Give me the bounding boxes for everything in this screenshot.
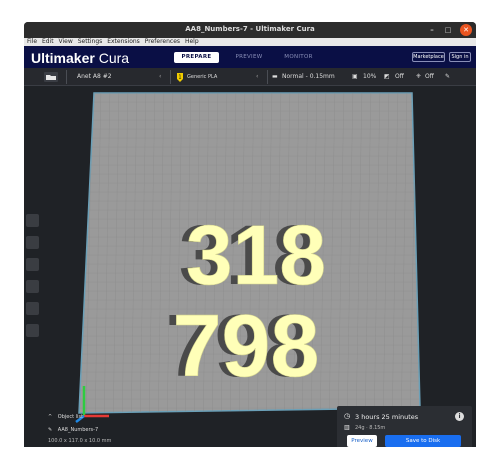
model-line-1[interactable]: 318 <box>186 208 327 303</box>
model-numbers[interactable]: 318 318 798 798 <box>166 208 327 396</box>
clock-icon: ◷ <box>344 412 351 420</box>
infill-icon: ▣ <box>352 73 358 80</box>
svg-text:1: 1 <box>178 75 181 81</box>
marketplace-button[interactable]: Marketplace <box>412 52 445 62</box>
adhesion-icon: ⁜ <box>416 73 422 80</box>
material-swatch: 1 <box>176 72 184 85</box>
chevron-up-icon: ^ <box>48 414 53 420</box>
support-blocker-icon[interactable] <box>26 324 39 337</box>
menu-settings[interactable]: Settings <box>78 38 103 46</box>
pencil-icon[interactable]: ✎ <box>445 73 450 81</box>
support-value[interactable]: Off <box>395 73 404 81</box>
separator <box>170 70 171 84</box>
mirror-tool-icon[interactable] <box>26 280 39 293</box>
ultimaker-logo: Ultimaker Cura <box>31 50 129 66</box>
chevron-left-icon: ‹ <box>159 73 162 80</box>
object-list-title: Object list <box>57 414 84 420</box>
object-list-toggle[interactable]: ^ Object list <box>48 414 83 420</box>
logo-brand: Ultimaker <box>31 50 95 66</box>
menu-bar: File Edit View Settings Extensions Prefe… <box>24 38 476 46</box>
print-time: 3 hours 25 minutes <box>355 413 419 421</box>
menu-file[interactable]: File <box>27 38 37 46</box>
app-header: Ultimaker Cura PREPARE PREVIEW MONITOR M… <box>24 46 476 68</box>
menu-extensions[interactable]: Extensions <box>107 38 140 46</box>
model-line-2[interactable]: 798 <box>172 296 320 396</box>
print-job-panel: ◷ 3 hours 25 minutes i ▥ 24g · 8.15m Pre… <box>337 406 472 447</box>
title-bar: AA8_Numbers-7 - Ultimaker Cura – □ ✕ <box>24 22 476 38</box>
menu-edit[interactable]: Edit <box>42 38 54 46</box>
maximize-button[interactable]: □ <box>442 24 454 36</box>
per-model-settings-icon[interactable] <box>26 302 39 315</box>
minimize-button[interactable]: – <box>426 24 438 36</box>
build-plate: 318 318 798 798 <box>75 92 421 423</box>
logo-product: Cura <box>98 50 130 66</box>
rotate-tool-icon[interactable] <box>26 258 39 271</box>
infill-value[interactable]: 10% <box>363 73 376 81</box>
save-to-disk-button[interactable]: Save to Disk <box>385 435 461 447</box>
material-estimate: 24g · 8.15m <box>355 425 386 431</box>
preview-button[interactable]: Preview <box>347 435 377 447</box>
tab-preview[interactable]: PREVIEW <box>229 52 269 63</box>
print-profile-selector[interactable]: Normal - 0.15mm <box>282 73 335 81</box>
adhesion-value[interactable]: Off <box>425 73 434 81</box>
open-file-button[interactable] <box>44 72 58 82</box>
printer-selector[interactable]: Anet A8 #2 <box>77 73 112 81</box>
folder-icon <box>46 75 56 80</box>
profile-icon: ▬ <box>272 73 278 80</box>
menu-view[interactable]: View <box>59 38 73 46</box>
window-title: AA8_Numbers-7 - Ultimaker Cura <box>185 25 315 33</box>
object-dimensions: 100.0 x 117.0 x 10.0 mm <box>48 438 112 444</box>
tab-monitor[interactable]: MONITOR <box>276 52 321 63</box>
sign-in-button[interactable]: Sign in <box>449 52 471 62</box>
support-icon: ◩ <box>384 73 390 80</box>
spool-icon: ▥ <box>344 424 350 431</box>
material-selector[interactable]: Generic PLA <box>187 73 217 81</box>
chevron-left-icon: ‹ <box>256 73 259 80</box>
close-button[interactable]: ✕ <box>460 24 472 36</box>
menu-preferences[interactable]: Preferences <box>145 38 180 46</box>
extruder-icon: 1 <box>177 73 183 82</box>
separator <box>267 70 268 84</box>
separator <box>66 70 67 84</box>
object-filename[interactable]: AA8_Numbers-7 <box>58 427 98 433</box>
3d-viewport[interactable]: 318 318 798 798 ^ Object list ✎ AA8_Numb… <box>24 86 476 447</box>
pencil-icon[interactable]: ✎ <box>48 427 52 433</box>
stage-menu: Anet A8 #2 ‹ 1 Generic PLA ‹ ▬ Normal - … <box>24 68 476 86</box>
cura-window: AA8_Numbers-7 - Ultimaker Cura – □ ✕ Fil… <box>24 22 476 447</box>
move-tool-icon[interactable] <box>26 214 39 227</box>
tab-prepare[interactable]: PREPARE <box>174 52 219 63</box>
scale-tool-icon[interactable] <box>26 236 39 249</box>
menu-help[interactable]: Help <box>185 38 199 46</box>
info-icon[interactable]: i <box>455 412 464 421</box>
